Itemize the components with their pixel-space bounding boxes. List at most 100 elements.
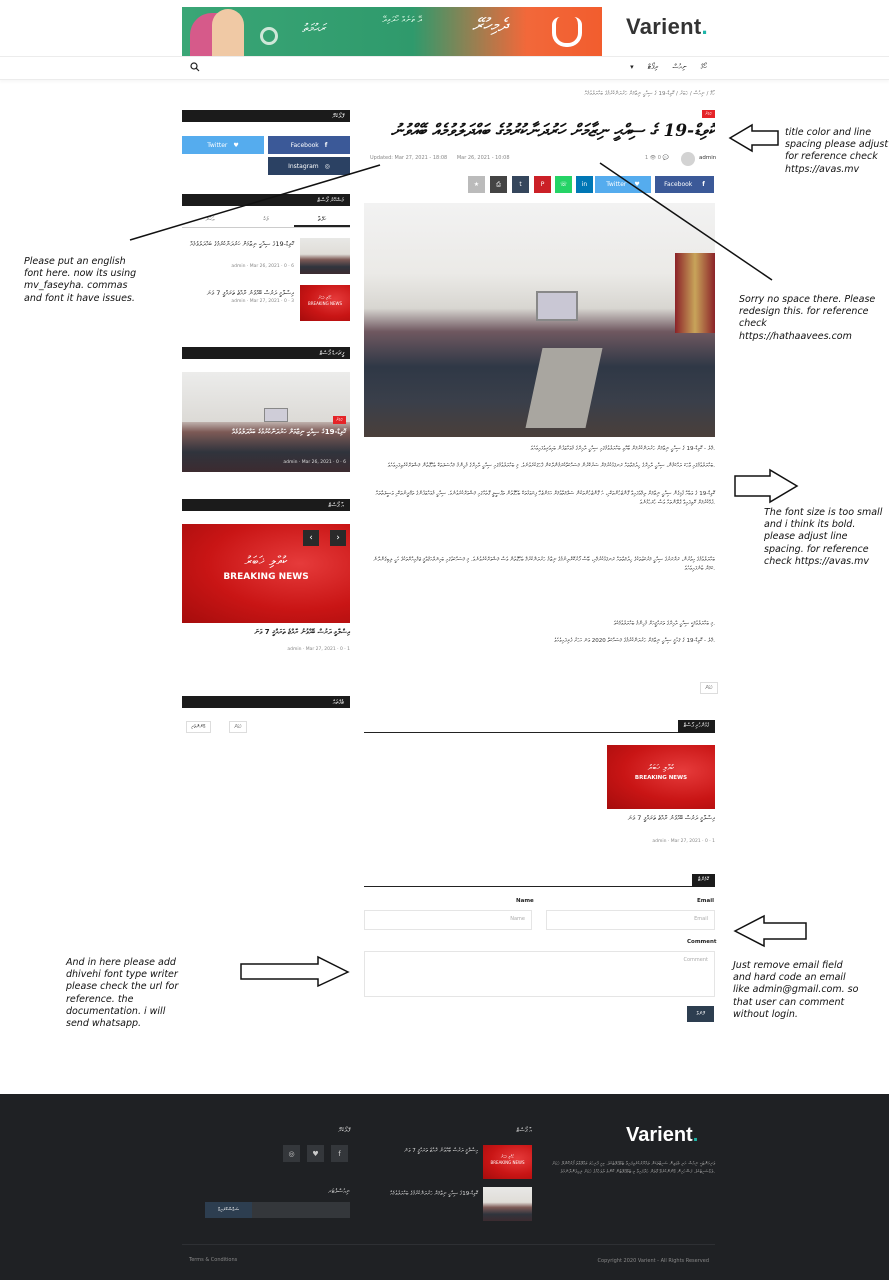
widget-title-recent: އާ ޕޯސްޓް <box>182 499 350 511</box>
post-thumbnail[interactable]: ކުއްލި ޚަބަރު BREAKING NEWS <box>483 1145 532 1179</box>
ad-banner[interactable]: ރަޙުމަތު ދޭ ތަނެއް ހޯދައިދޭ ދެމިހުރޭ <box>182 7 602 56</box>
nav-menu: ▾ ރިޕޯޓް ނިއުސް ހޯމް <box>630 63 707 72</box>
widget-title-tags: ޓެގްތައް <box>182 696 350 708</box>
tab-month[interactable]: މަހު <box>238 212 294 227</box>
post-title[interactable]: އިސްލާމީ ދަރުސް ބޭއްވުނު ރާއްޖެ ތަރައްޤީ… <box>184 289 294 297</box>
instagram-follow-button[interactable]: Instagram ◎ <box>268 157 350 175</box>
tab-year[interactable]: އަހަރު <box>182 212 238 227</box>
twitter-icon: ♥ <box>233 141 239 149</box>
email-field[interactable]: Email <box>546 910 715 930</box>
author-name[interactable]: admin <box>699 155 716 161</box>
comment-label: Comment <box>687 939 717 945</box>
main-nav <box>0 56 889 80</box>
tag-link[interactable]: ބޭނުންތެރި <box>186 721 211 733</box>
terms-link[interactable]: Terms & Conditions <box>189 1257 237 1263</box>
featured-post-title[interactable]: ކޮވިޑް-19ގެ ސިއްޙީ ނިޒާމަށް ހަރުދަނާކުރު… <box>196 428 346 437</box>
annotation-note: Sorry no space there. Please redesign th… <box>739 294 876 342</box>
article-title: ކޮވިޑް-19 ގެ ސިއްޙީ ނިޒާމަށް ހަރުދަނާކުރ… <box>390 121 715 141</box>
post-thumbnail[interactable] <box>483 1187 532 1221</box>
recent-post-image[interactable]: ކުއްލި ޚަބަރު BREAKING NEWS ‹ › <box>182 524 350 623</box>
nav-item-home[interactable]: ހޯމް <box>701 63 707 72</box>
footer-recent-title: އާ ޕޯސްޓް <box>516 1127 532 1134</box>
share-twitter-button[interactable]: Twitter ♥ <box>595 176 651 193</box>
breaking-text: ކުއްލި ޚަބަރު <box>244 554 288 569</box>
avatar[interactable] <box>681 152 695 166</box>
related-post-title[interactable]: އިސްލާމީ ދަރުސް ބޭއްވުނު ރާއްޖެ ތަރައްޤީ… <box>607 814 715 823</box>
footer-post-title[interactable]: އިސްލާމީ ދަރުސް ބޭއްވުނު ރާއްޖެ ތަރައްޤީ… <box>366 1148 478 1155</box>
curtain <box>675 253 715 333</box>
logo-dot: . <box>692 1124 699 1146</box>
nav-more-icon[interactable]: ▾ <box>630 63 634 72</box>
save-button[interactable]: ★ <box>468 176 485 193</box>
breadcrumb[interactable]: ހޯމް / ނިއުސް / ޚަބަރު / ކޮވިޑް-19 ގެ ސި… <box>585 91 716 98</box>
print-button[interactable]: ⎙ <box>490 176 507 193</box>
banner-person <box>212 9 244 56</box>
instagram-label: Instagram <box>288 162 319 170</box>
twitter-label: Twitter <box>207 141 228 149</box>
footer-about-text: ވަރިއަންޓަކީ ނިއުސް އަދި މެގަޒިން ސައިޓް… <box>551 1161 715 1175</box>
article-paragraph: ބައްދަލުވުމުގެ އިތުރުން، ރަށްރަށުގެ ސިއް… <box>373 557 715 572</box>
breaking-text: BREAKING NEWS <box>308 301 342 306</box>
list-item[interactable]: ކޮވިޑް-19ގެ ސިއްޙީ ނިޒާމަށް ހަރުދަނާކުރު… <box>182 238 350 274</box>
popular-tabs: ހަފްތާ މަހު އަހަރު <box>182 212 350 228</box>
subscribe-button[interactable]: ސަބްސްކްރައިބް <box>205 1202 252 1218</box>
facebook-icon: f <box>324 141 328 149</box>
facebook-label: Facebook <box>290 141 319 149</box>
widget-title-featured: ފީޗަރޑް ޕޯސްޓް <box>182 347 350 359</box>
brand-mark-icon <box>552 17 582 47</box>
article-paragraph: މާލެ - ކޮވިޑް-19 ގެ ސިއްޙީ ނިޒާމަށް ހަރު… <box>530 446 715 452</box>
post-thumbnail[interactable]: ކުއްލި ޚަބަރު BREAKING NEWS <box>300 285 350 321</box>
projector-screen <box>536 291 578 321</box>
footer-logo[interactable]: Varient. <box>626 1124 698 1147</box>
share-whatsapp-button[interactable]: ☏ <box>555 176 572 193</box>
search-icon[interactable] <box>190 62 200 72</box>
post-meta: admin · Mar 27, 2021 · 0 · 3 <box>231 299 294 304</box>
banner-text: ދޭ ތަނެއް ހޯދައިދޭ <box>382 15 423 24</box>
share-pinterest-button[interactable]: P <box>534 176 551 193</box>
post-meta: admin · Mar 27, 2021 · 0 · 1 <box>287 647 350 652</box>
recent-post-title[interactable]: އިސްލާމީ ދަރުސް ބޭއްވުނު ރާއްޖެ ތަރައްޤީ… <box>182 628 350 637</box>
instagram-icon[interactable]: ◎ <box>283 1145 300 1162</box>
list-item[interactable]: ކުއްލި ޚަބަރު BREAKING NEWS އިސްލާމީ ދަރ… <box>182 285 350 321</box>
banner-text: ރަޙުމަތު <box>302 21 325 35</box>
breaking-text: ކުއްލި ޚަބަރު <box>647 763 675 772</box>
footer-post-title[interactable]: ކޮވިޑް-19ގެ ސިއްޙީ ނިޒާމަށް ހަރުދަނާކުރު… <box>366 1190 478 1198</box>
annotation-arrow <box>733 914 807 948</box>
logo-text: Varient <box>626 14 702 39</box>
featured-post-image[interactable]: ޚަބަރު ކޮވިޑް-19ގެ ސިއްޙީ ނިޒާމަށް ހަރުދ… <box>182 372 350 472</box>
related-posts-header: ގުޅުންހުރި ޕޯސްޓް <box>364 720 715 733</box>
facebook-follow-button[interactable]: Facebook f <box>268 136 350 154</box>
logo-dot: . <box>701 14 708 39</box>
tag-link[interactable]: ޚަބަރު <box>229 721 247 733</box>
post-title[interactable]: ކޮވިޑް-19ގެ ސިއްޙީ ނިޒާމަށް ހަރުދަނާކުރު… <box>184 240 294 248</box>
next-arrow-icon[interactable]: › <box>330 530 346 546</box>
post-thumbnail[interactable] <box>300 238 350 274</box>
comments-title: ކޮމެންޓް <box>691 874 715 887</box>
prev-arrow-icon[interactable]: ‹ <box>303 530 319 546</box>
category-badge[interactable]: ޚަބަރު <box>702 110 715 118</box>
submit-comment-button[interactable]: ފޮނުވާ <box>687 1006 714 1022</box>
tag-link[interactable]: ޚަބަރު <box>700 682 718 694</box>
nav-item-news[interactable]: ނިއުސް <box>673 63 687 72</box>
comment-textarea[interactable]: Comment <box>364 951 715 997</box>
twitter-icon[interactable]: ♥ <box>307 1145 324 1162</box>
logo-text: Varient <box>626 1124 693 1146</box>
twitter-follow-button[interactable]: Twitter ♥ <box>182 136 264 154</box>
name-field[interactable]: Name <box>364 910 532 930</box>
newsletter-email-input[interactable] <box>252 1202 350 1218</box>
category-badge[interactable]: ޚަބަރު <box>333 416 346 424</box>
projector-screen <box>264 408 288 422</box>
site-logo[interactable]: Varient. <box>626 14 708 40</box>
tab-week[interactable]: ހަފްތާ <box>294 212 350 227</box>
comments-header: ކޮމެންޓް <box>364 874 715 887</box>
share-tumblr-button[interactable]: t <box>512 176 529 193</box>
share-linkedin-button[interactable]: in <box>576 176 593 193</box>
share-facebook-button[interactable]: Facebook f <box>655 176 714 193</box>
footer-divider <box>182 1244 715 1245</box>
annotation-note: Just remove email field and hard code an… <box>733 960 859 1020</box>
facebook-icon[interactable]: f <box>331 1145 348 1162</box>
nav-item-reports[interactable]: ރިޕޯޓް <box>648 63 659 72</box>
related-post-image[interactable]: ކުއްލި ޚަބަރު BREAKING NEWS <box>607 745 715 809</box>
article-paragraph: ކޮވިޑް-19 ގެ ވަބާއާ ގުޅިގެން ސިއްޙީ ނިޒާ… <box>375 491 715 506</box>
name-label: Name <box>516 898 534 904</box>
